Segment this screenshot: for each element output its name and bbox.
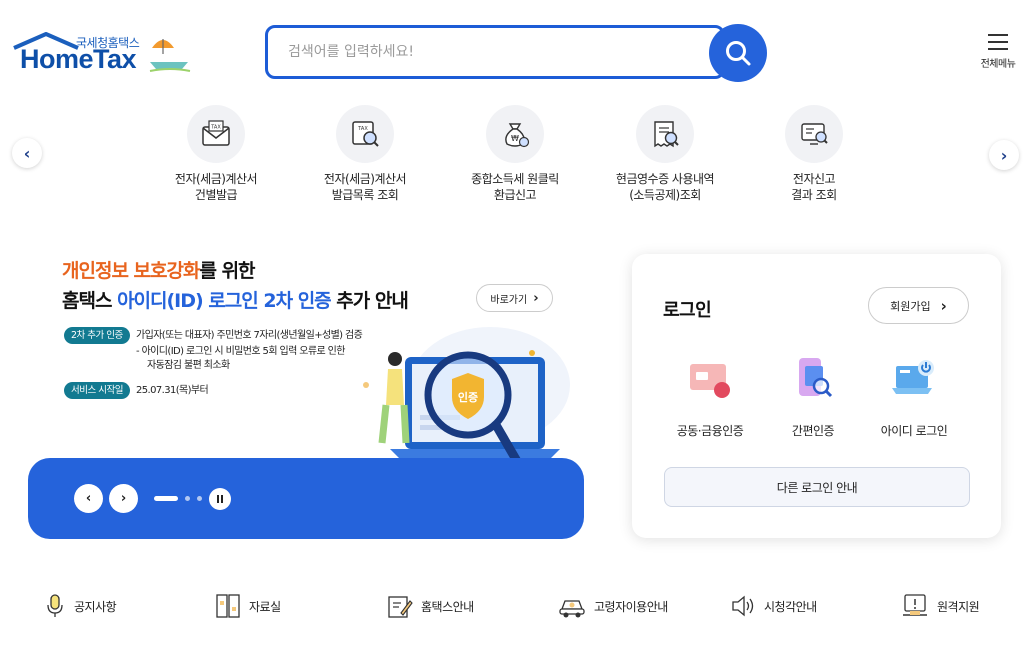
quick-item-label: 종합소득세 원클릭 bbox=[471, 172, 559, 186]
search-input[interactable] bbox=[288, 41, 688, 63]
bottom-link-label: 시청각안내 bbox=[764, 599, 817, 614]
banner-pause-button[interactable] bbox=[209, 488, 231, 510]
quick-item-label: 건별발급 bbox=[194, 188, 238, 202]
quick-item-label: 환급신고 bbox=[493, 188, 537, 202]
tax-invoice-search-icon: TAX bbox=[336, 105, 394, 163]
login-option-id-login[interactable]: 아이디 로그인 bbox=[864, 352, 964, 439]
service-start-text: 25.07.31(목)부터 bbox=[136, 385, 209, 396]
login-option-simple-auth[interactable]: 간편인증 bbox=[763, 352, 863, 439]
carousel-indicator-active[interactable] bbox=[154, 496, 178, 501]
login-option-label: 아이디 로그인 bbox=[880, 424, 948, 438]
search-button[interactable] bbox=[709, 24, 767, 82]
banner-title-text: 를 위한 bbox=[199, 260, 255, 282]
archive-cabinet-icon bbox=[216, 594, 240, 618]
bullet-text: 자동잠김 불편 최소화 bbox=[147, 360, 230, 371]
microphone-icon bbox=[47, 594, 63, 617]
quick-item-e-filing-result[interactable]: 전자신고결과 조회 bbox=[749, 105, 879, 203]
search-icon bbox=[726, 41, 751, 66]
guide-pencil-icon bbox=[388, 596, 413, 618]
chevron-left-icon: ‹ bbox=[85, 491, 92, 506]
bottom-link-archive[interactable]: 자료실 bbox=[215, 590, 281, 622]
hometax-logo[interactable]: 국세청홈택스 HomeTax bbox=[10, 30, 195, 80]
banner-goto-button[interactable]: 바로가기 › bbox=[476, 284, 553, 312]
boat-icon bbox=[149, 62, 191, 72]
remote-support-icon bbox=[903, 594, 927, 616]
chevron-right-icon: › bbox=[940, 296, 947, 315]
chevron-right-icon: › bbox=[1000, 145, 1008, 165]
bottom-link-label: 자료실 bbox=[249, 599, 281, 614]
report-result-icon bbox=[785, 105, 843, 163]
search-box[interactable] bbox=[265, 25, 725, 79]
quick-item-invoice-issue[interactable]: TAX 전자(세금)계산서건별발급 bbox=[151, 105, 281, 203]
pause-icon bbox=[217, 495, 223, 503]
chevron-right-icon: › bbox=[120, 491, 127, 506]
other-login-guide-button[interactable]: 다른 로그인 안내 bbox=[664, 467, 970, 507]
banner-prev-button[interactable]: ‹ bbox=[74, 484, 103, 513]
receipt-search-icon bbox=[636, 105, 694, 163]
mobile-auth-icon bbox=[785, 352, 841, 408]
svg-text:TAX: TAX bbox=[210, 125, 221, 131]
banner-title-line1: 개인정보 보호강화를 위한 bbox=[62, 256, 256, 283]
banner-goto-label: 바로가기 bbox=[490, 294, 528, 306]
shield-label: 인증 bbox=[458, 390, 478, 404]
quick-menu-prev-button[interactable]: ‹ bbox=[12, 138, 42, 168]
svg-text:₩: ₩ bbox=[511, 134, 519, 143]
banner-title-highlight: 아이디(ID) 로그인 2차 인증 bbox=[117, 290, 332, 312]
bottom-link-notice[interactable]: 공지사항 bbox=[44, 590, 117, 622]
quick-item-label: 발급목록 조회 bbox=[331, 188, 399, 202]
second-auth-text: 가입자(또는 대표자) 주민번호 7자리(생년월일+성별) 검증 bbox=[136, 330, 363, 341]
service-start-tag: 서비스 시작일 bbox=[64, 382, 130, 399]
senior-car-icon bbox=[559, 600, 585, 618]
bottom-link-audiovisual-guide[interactable]: 시청각안내 bbox=[730, 590, 817, 622]
second-auth-tag: 2차 추가 인증 bbox=[64, 327, 130, 344]
bottom-link-remote-support[interactable]: 원격지원 bbox=[901, 590, 980, 622]
all-menu-label: 전체메뉴 bbox=[980, 59, 1016, 70]
logo-title: HomeTax bbox=[20, 44, 137, 74]
speaker-icon bbox=[732, 595, 754, 617]
banner-title-line2: 홈택스 아이디(ID) 로그인 2차 인증 추가 안내 bbox=[62, 286, 409, 313]
banner-next-button[interactable]: › bbox=[109, 484, 138, 513]
quick-item-income-tax-refund[interactable]: ₩ 종합소득세 원클릭환급신고 bbox=[450, 105, 580, 203]
bottom-link-label: 홈택스안내 bbox=[421, 599, 474, 614]
all-menu-button[interactable]: 전체메뉴 bbox=[970, 30, 1024, 76]
money-bag-icon: ₩ bbox=[486, 105, 544, 163]
sign-up-label: 회원가입 bbox=[890, 299, 931, 313]
umbrella-icon bbox=[152, 39, 174, 54]
tax-invoice-envelope-icon: TAX bbox=[187, 105, 245, 163]
quick-item-label: (소득공제)조회 bbox=[629, 188, 701, 202]
bottom-link-label: 원격지원 bbox=[937, 599, 980, 614]
bottom-link-senior-guide[interactable]: 고령자이용안내 bbox=[558, 590, 668, 622]
chevron-right-icon: › bbox=[533, 290, 539, 306]
banner-title-text: 추가 안내 bbox=[330, 290, 409, 312]
banner-title-highlight: 개인정보 보호강화 bbox=[62, 260, 200, 282]
id-login-laptop-icon bbox=[886, 352, 942, 408]
quick-item-label: 현금영수증 사용내역 bbox=[615, 172, 715, 186]
svg-text:TAX: TAX bbox=[357, 126, 368, 132]
sign-up-button[interactable]: 회원가입 › bbox=[868, 287, 969, 324]
login-option-label: 공동·금융인증 bbox=[676, 424, 744, 438]
bottom-link-label: 고령자이용안내 bbox=[594, 599, 668, 614]
carousel-indicator[interactable] bbox=[197, 496, 202, 501]
login-title: 로그인 bbox=[663, 300, 712, 321]
quick-item-label: 전자신고 bbox=[792, 172, 836, 186]
chevron-left-icon: ‹ bbox=[23, 143, 31, 163]
banner-title-text: 홈택스 bbox=[62, 290, 118, 312]
certificate-card-icon bbox=[682, 352, 738, 408]
bottom-link-label: 공지사항 bbox=[74, 599, 117, 614]
login-card: 로그인 회원가입 › 공동·금융인증 간편인증 아이디 로그인 다른 로그인 안… bbox=[632, 254, 1001, 538]
login-option-label: 간편인증 bbox=[791, 424, 835, 438]
quick-item-label: 전자(세금)계산서 bbox=[174, 172, 258, 186]
quick-item-invoice-list[interactable]: TAX 전자(세금)계산서발급목록 조회 bbox=[300, 105, 430, 203]
bottom-link-hometax-guide[interactable]: 홈택스안내 bbox=[387, 590, 474, 622]
bullet-text: - 아이디(ID) 로그인 시 비밀번호 5회 입력 오류로 인한 bbox=[136, 346, 345, 357]
quick-item-label: 전자(세금)계산서 bbox=[323, 172, 407, 186]
carousel-indicator[interactable] bbox=[185, 496, 190, 501]
login-option-certificate[interactable]: 공동·금융인증 bbox=[660, 352, 760, 439]
quick-menu-next-button[interactable]: › bbox=[989, 140, 1019, 170]
quick-item-cash-receipt[interactable]: 현금영수증 사용내역 (소득공제)조회 bbox=[600, 105, 730, 203]
quick-item-label: 결과 조회 bbox=[791, 188, 837, 202]
hamburger-icon bbox=[988, 34, 1008, 50]
